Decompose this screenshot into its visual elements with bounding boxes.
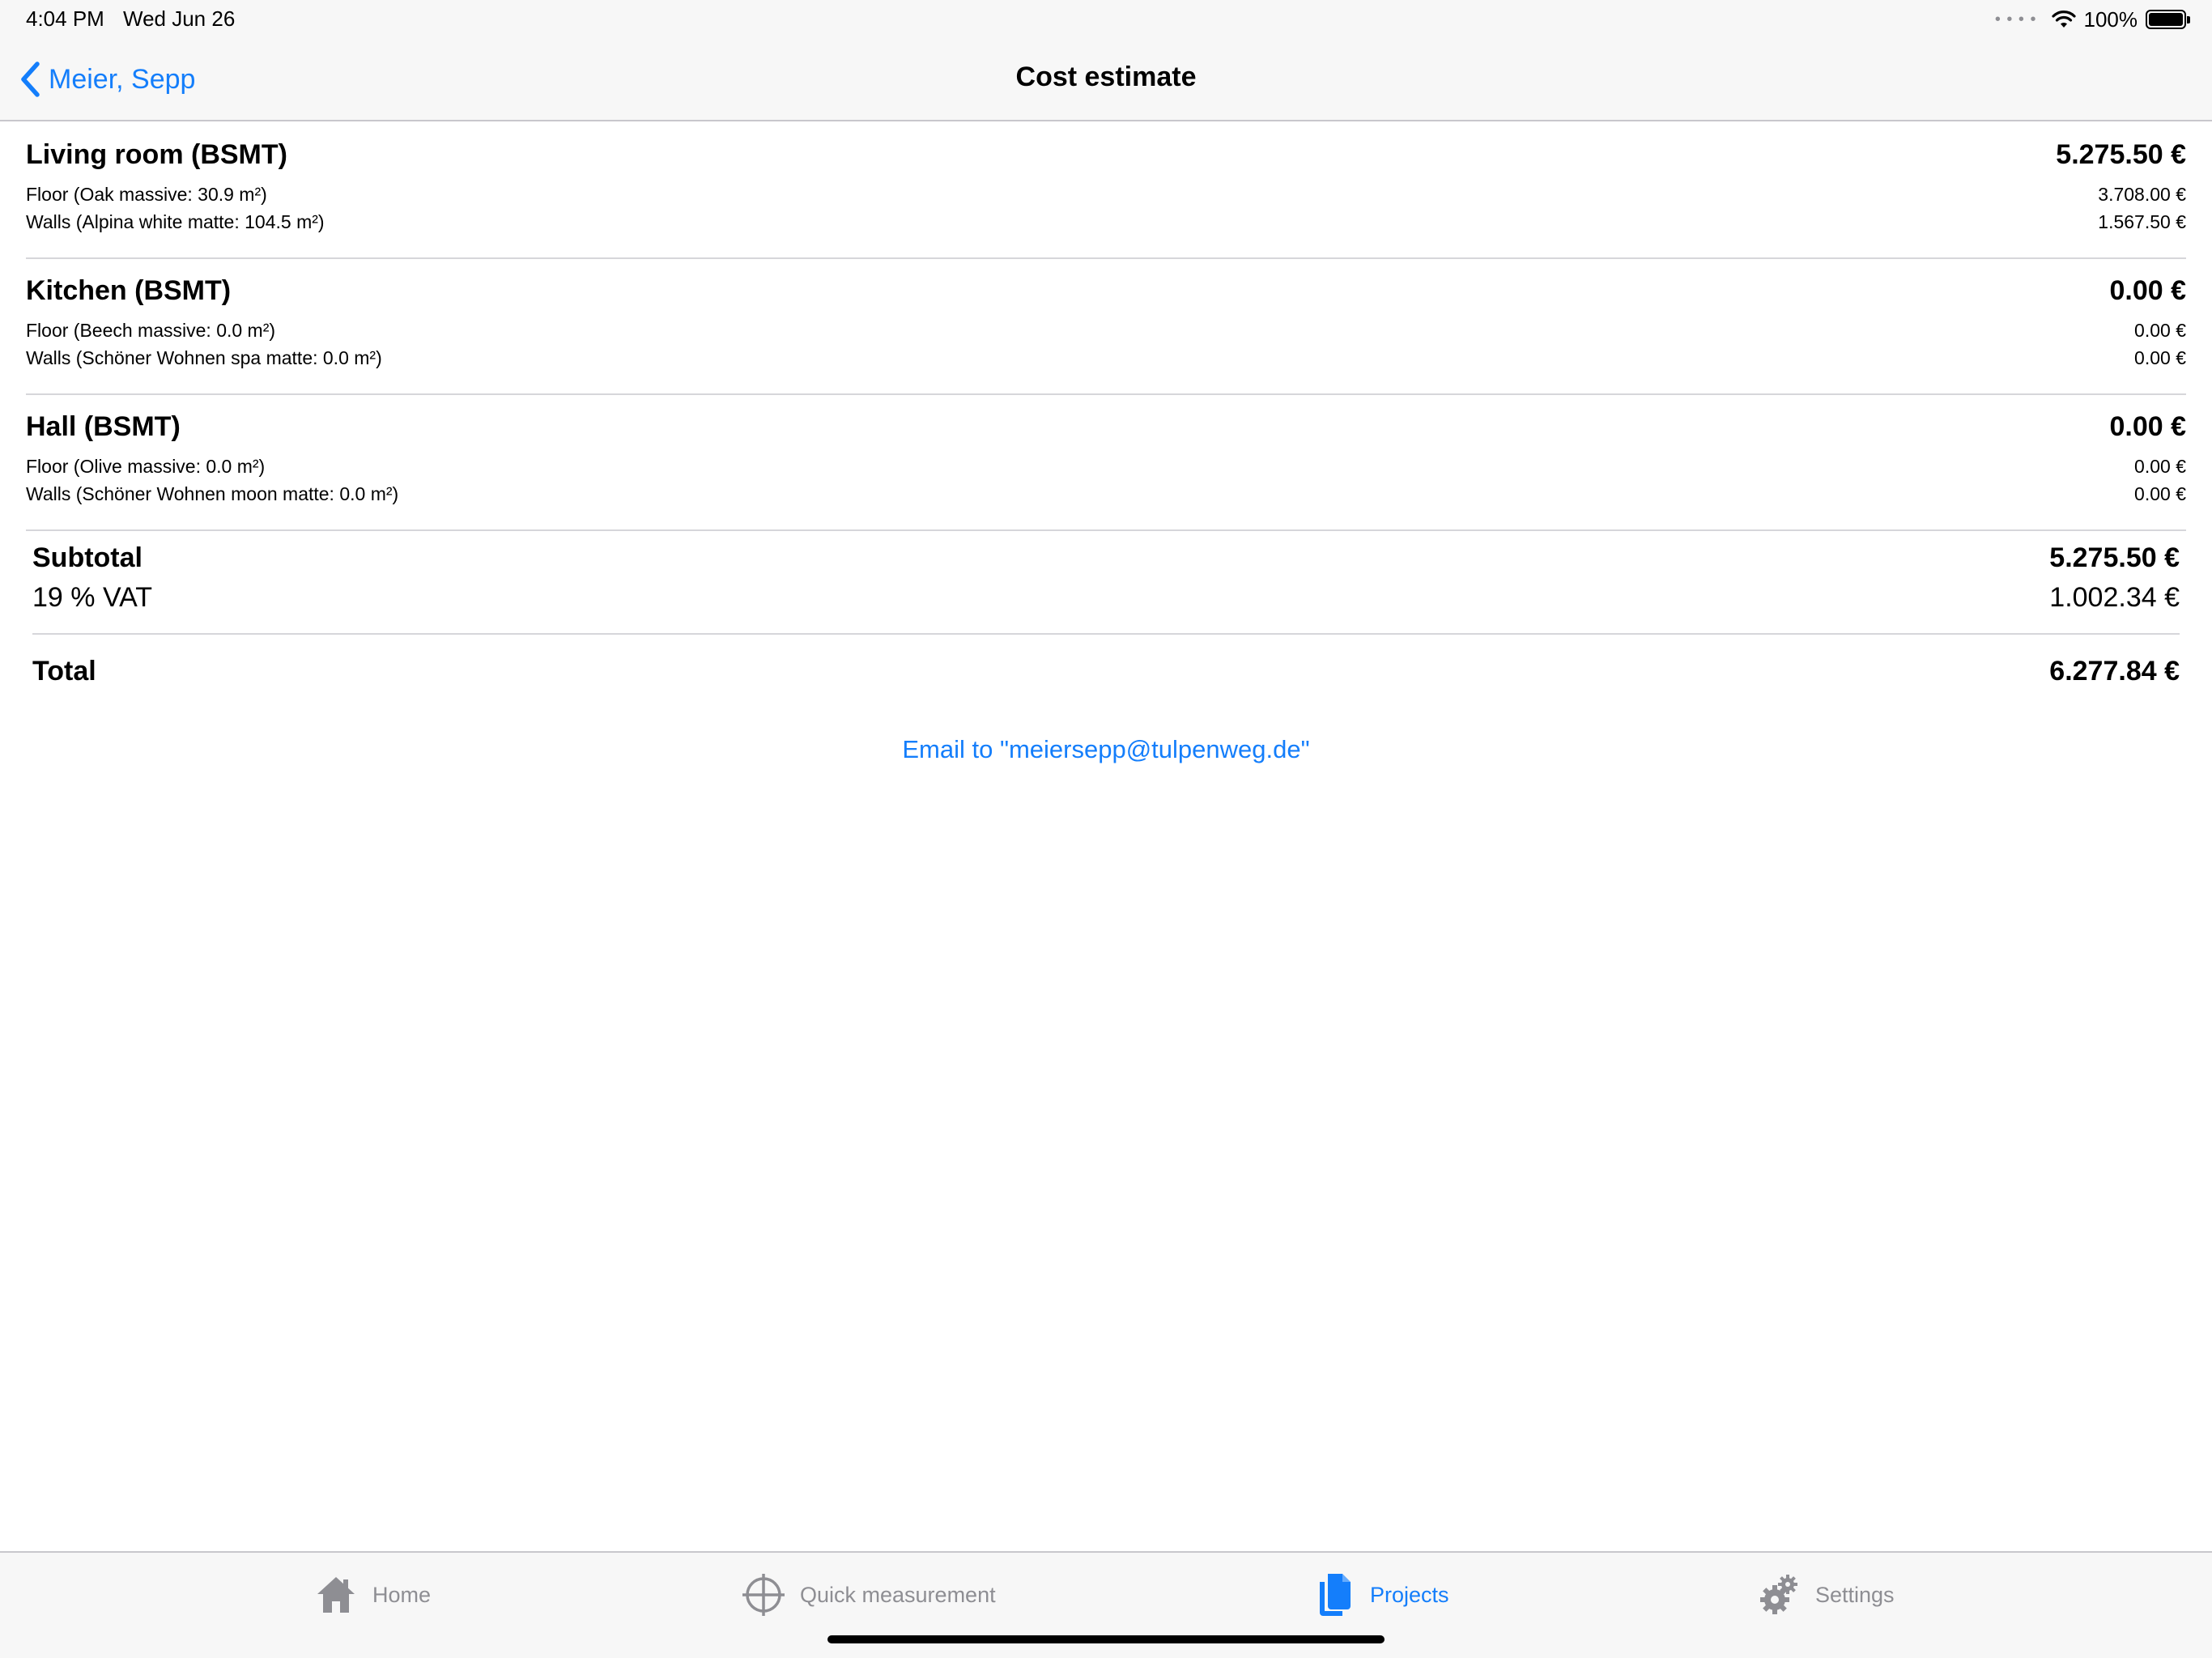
home-icon (317, 1577, 355, 1613)
documents-icon (1320, 1574, 1351, 1616)
total-label: Total (32, 656, 96, 687)
room-line-value: 0.00 € (2134, 347, 2186, 368)
tab-label: Settings (1815, 1582, 1895, 1607)
tab-settings[interactable]: Settings (1757, 1569, 1895, 1621)
vat-value: 1.002.34 € (2049, 582, 2180, 613)
status-time: 4:04 PM (26, 6, 104, 31)
vat-label: 19 % VAT (32, 582, 153, 613)
room-line-label: Floor (Beech massive: 0.0 m²) (26, 320, 276, 341)
total-value: 6.277.84 € (2049, 656, 2180, 687)
status-bar: 4:04 PM Wed Jun 26 • • • • 100% (0, 0, 2212, 39)
tab-home[interactable]: Home (314, 1569, 431, 1621)
tab-label: Quick measurement (800, 1582, 996, 1607)
room-line-value: 0.00 € (2134, 320, 2186, 341)
room-section: Kitchen (BSMT) 0.00 € Floor (Beech massi… (26, 259, 2186, 395)
room-line-label: Walls (Alpina white matte: 104.5 m²) (26, 211, 325, 232)
tab-label: Home (372, 1582, 432, 1607)
battery-icon (2146, 10, 2190, 29)
room-line-label: Walls (Schöner Wohnen moon matte: 0.0 m²… (26, 483, 399, 504)
navigation-bar: Meier, Sepp Cost estimate (0, 39, 2212, 121)
crosshair-icon (742, 1574, 785, 1616)
battery-percent: 100% (2083, 6, 2138, 32)
wifi-icon (2051, 11, 2076, 28)
room-line-value: 0.00 € (2134, 456, 2186, 477)
total-section: Total 6.277.84 € (32, 635, 2180, 709)
email-link[interactable]: Email to "meiersepp@tulpenweg.de" (0, 735, 2212, 764)
room-line-label: Floor (Oak massive: 30.9 m²) (26, 184, 267, 205)
room-line-value: 3.708.00 € (2098, 184, 2186, 205)
room-name: Hall (BSMT) (26, 411, 181, 442)
room-line-label: Floor (Olive massive: 0.0 m²) (26, 456, 266, 477)
room-line-value: 0.00 € (2134, 483, 2186, 504)
status-indicators: • • • • 100% (1994, 6, 2190, 32)
status-date: Wed Jun 26 (123, 6, 236, 31)
tab-projects[interactable]: Projects (1312, 1569, 1449, 1621)
page-title: Cost estimate (1015, 62, 1197, 92)
room-total: 0.00 € (2109, 275, 2186, 306)
home-indicator[interactable] (827, 1635, 1385, 1643)
room-line-label: Walls (Schöner Wohnen spa matte: 0.0 m²) (26, 347, 382, 368)
room-section: Hall (BSMT) 0.00 € Floor (Olive massive:… (26, 395, 2186, 531)
tab-label: Projects (1370, 1582, 1449, 1607)
subtotal-label: Subtotal (32, 542, 143, 573)
room-name: Living room (BSMT) (26, 139, 287, 170)
subtotal-value: 5.275.50 € (2049, 542, 2180, 573)
battery-fill (2149, 13, 2183, 26)
tab-quick-measurement[interactable]: Quick measurement (742, 1569, 996, 1621)
room-total: 0.00 € (2109, 411, 2186, 442)
room-name: Kitchen (BSMT) (26, 275, 232, 306)
room-line-value: 1.567.50 € (2098, 211, 2186, 232)
cost-estimate-screen: 4:04 PM Wed Jun 26 • • • • 100% Meier, S… (0, 0, 2212, 1658)
cost-list: Living room (BSMT) 5.275.50 € Floor (Oak… (0, 123, 2212, 709)
multitasking-dots-icon: • • • • (1994, 10, 2037, 28)
subtotal-section: Subtotal 5.275.50 € 19 % VAT 1.002.34 € (32, 531, 2180, 635)
room-total: 5.275.50 € (2056, 139, 2186, 170)
room-section: Living room (BSMT) 5.275.50 € Floor (Oak… (26, 123, 2186, 259)
gears-icon (1760, 1575, 1797, 1614)
